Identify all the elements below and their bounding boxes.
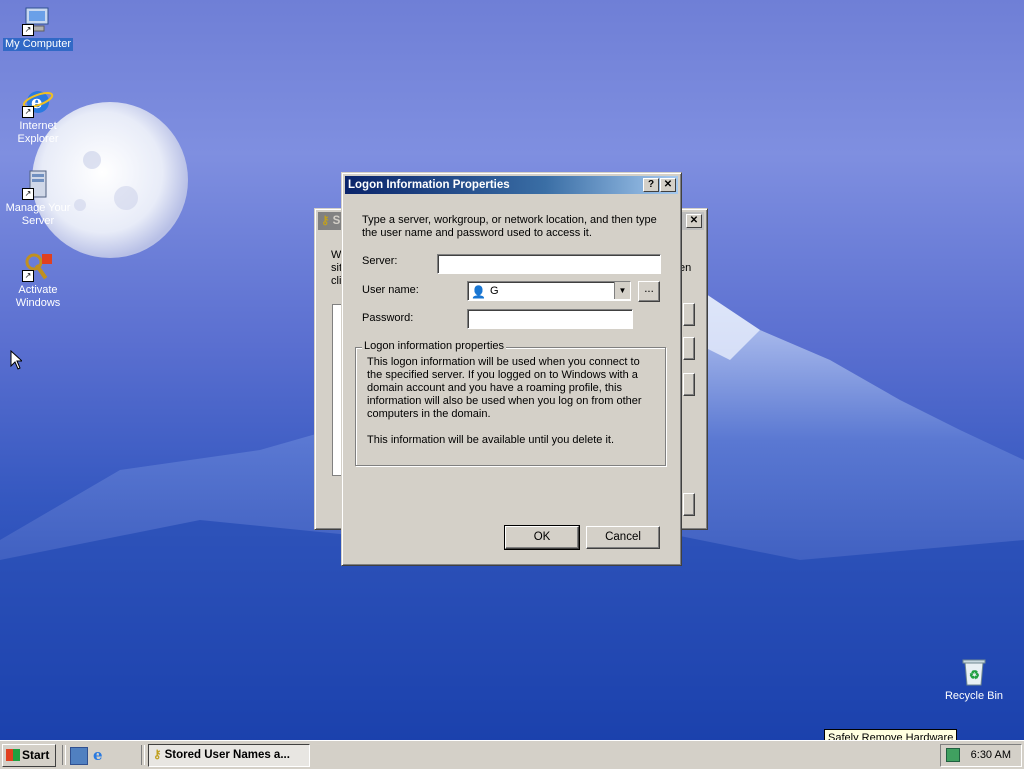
desktop-icon-activate-windows[interactable]: ↗ Activate Windows — [1, 250, 75, 310]
username-label: User name: — [362, 284, 419, 296]
manage-server-icon: ↗ — [22, 168, 54, 200]
background-button-2[interactable] — [683, 337, 695, 360]
dialog-titlebar[interactable]: Logon Information Properties ? ✕ — [345, 176, 678, 194]
background-button-4[interactable] — [683, 493, 695, 516]
key-icon: ⚷ — [153, 749, 162, 761]
user-icon: 👤 — [471, 285, 486, 299]
help-icon[interactable]: ? — [643, 178, 659, 192]
logon-properties-dialog[interactable]: Logon Information Properties ? ✕ Type a … — [341, 172, 682, 566]
username-value: G — [490, 285, 499, 297]
desktop-icon-label: Activate Windows — [15, 284, 61, 309]
background-text-3: cli — [331, 275, 342, 287]
browse-button[interactable]: ... — [638, 281, 660, 302]
desktop-icon-label: Manage Your Server — [5, 202, 71, 227]
chevron-down-icon[interactable]: ▼ — [614, 282, 630, 299]
mouse-cursor-icon — [10, 350, 22, 370]
dialog-intro-text: Type a server, workgroup, or network loc… — [362, 214, 657, 239]
desktop-icon-label: My Computer — [2, 38, 74, 51]
background-text-1: W — [331, 249, 342, 261]
desktop-icon-internet-explorer[interactable]: e ↗ Internet Explorer — [1, 86, 75, 146]
logon-info-groupbox: Logon information properties This logon … — [355, 340, 666, 466]
groupbox-title: Logon information properties — [362, 340, 507, 352]
taskbar-item-label: Stored User Names a... — [164, 749, 290, 761]
my-computer-icon: ↗ — [22, 4, 54, 36]
svg-text:♻: ♻ — [969, 668, 980, 682]
groupbox-text-1: This logon information will be used when… — [367, 356, 642, 420]
taskbar-item-stored-user-names[interactable]: ⚷ Stored User Names a... — [148, 744, 310, 767]
groupbox-text-2: This information will be available until… — [367, 434, 615, 446]
close-icon[interactable]: ✕ — [660, 178, 676, 192]
desktop-icon-my-computer[interactable]: ↗ My Computer — [1, 4, 75, 51]
desktop-icon-recycle-bin[interactable]: ♻ Recycle Bin — [937, 656, 1011, 703]
system-tray: 6:30 AM — [940, 744, 1022, 767]
windows-logo-icon — [6, 749, 20, 761]
recycle-bin-icon: ♻ — [958, 656, 990, 688]
show-desktop-icon[interactable] — [70, 747, 88, 765]
desktop-icon-label: Recycle Bin — [944, 690, 1004, 702]
ok-button[interactable]: OK — [504, 525, 580, 550]
taskbar-divider — [141, 745, 145, 765]
server-input[interactable] — [437, 254, 661, 274]
password-label: Password: — [362, 312, 414, 324]
internet-explorer-icon: e ↗ — [22, 86, 54, 118]
server-label: Server: — [362, 255, 398, 267]
username-combo[interactable]: 👤 G ▼ — [467, 281, 631, 301]
cancel-button[interactable]: Cancel — [586, 526, 660, 549]
dialog-title: Logon Information Properties — [348, 179, 510, 191]
quicklaunch-divider — [62, 745, 66, 765]
key-icon: ⚷ — [321, 215, 330, 227]
desktop-icon-manage-server[interactable]: ↗ Manage Your Server — [1, 168, 75, 228]
start-label: Start — [22, 748, 50, 762]
password-input[interactable] — [467, 309, 633, 329]
safely-remove-hardware-icon[interactable] — [946, 748, 960, 762]
taskbar: Start e ⚷ Stored User Names a... 6:30 AM — [0, 740, 1024, 769]
start-button[interactable]: Start — [2, 744, 56, 767]
close-icon[interactable]: ✕ — [686, 214, 702, 228]
background-window-title: S — [332, 215, 341, 227]
desktop-icon-label: Internet Explorer — [17, 120, 59, 145]
background-button-3[interactable] — [683, 373, 695, 396]
activate-windows-icon: ↗ — [22, 250, 54, 282]
clock[interactable]: 6:30 AM — [971, 745, 1011, 766]
background-button-1[interactable] — [683, 303, 695, 326]
internet-explorer-icon[interactable]: e — [93, 746, 103, 764]
